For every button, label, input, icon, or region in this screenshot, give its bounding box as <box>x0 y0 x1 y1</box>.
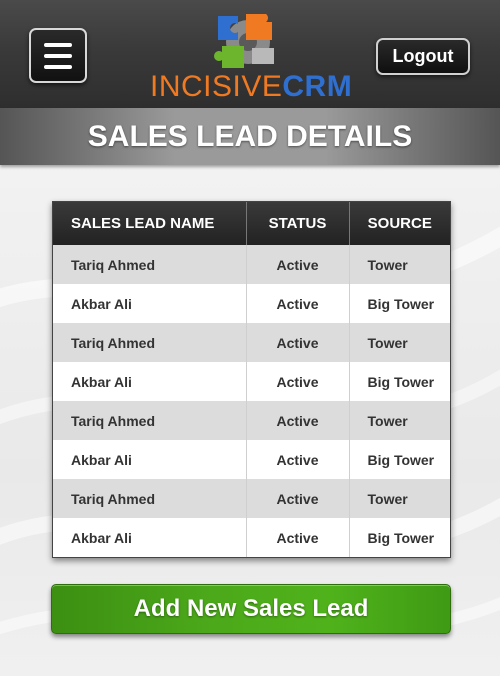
logout-button[interactable]: Logout <box>376 38 470 75</box>
hamburger-menu-button[interactable] <box>29 28 87 83</box>
lead-source-cell: Tower <box>349 323 450 362</box>
lead-status-cell: Active <box>246 440 350 479</box>
lead-name-cell: Akbar Ali <box>53 440 247 479</box>
column-header-name[interactable]: SALES LEAD NAME <box>53 202 247 245</box>
lead-status-cell: Active <box>246 401 350 440</box>
table-header-row: SALES LEAD NAME STATUS SOURCE <box>53 202 450 245</box>
lead-name-cell: Akbar Ali <box>53 518 247 557</box>
table-row[interactable]: Tariq Ahmed Active Tower <box>53 401 450 440</box>
app-header: INCISIVECRM Logout <box>0 0 500 108</box>
lead-source-cell: Big Tower <box>349 518 450 557</box>
table-row[interactable]: Akbar Ali Active Big Tower <box>53 440 450 479</box>
lead-source-cell: Tower <box>349 401 450 440</box>
lead-source-cell: Big Tower <box>349 362 450 401</box>
lead-name-cell: Akbar Ali <box>53 284 247 323</box>
hamburger-menu-icon <box>44 42 72 47</box>
page-title: SALES LEAD DETAILS <box>87 120 413 153</box>
lead-source-cell: Tower <box>349 479 450 518</box>
lead-status-cell: Active <box>246 323 350 362</box>
table-row[interactable]: Tariq Ahmed Active Tower <box>53 479 450 518</box>
sales-lead-table: SALES LEAD NAME STATUS SOURCE Tariq Ahme… <box>52 201 451 558</box>
lead-name-cell: Tariq Ahmed <box>53 401 247 440</box>
table-row[interactable]: Akbar Ali Active Big Tower <box>53 284 450 323</box>
lead-name-cell: Tariq Ahmed <box>53 323 247 362</box>
lead-status-cell: Active <box>246 284 350 323</box>
table-row[interactable]: Akbar Ali Active Big Tower <box>53 362 450 401</box>
table-row[interactable]: Tariq Ahmed Active Tower <box>53 323 450 362</box>
lead-status-cell: Active <box>246 518 350 557</box>
lead-status-cell: Active <box>246 479 350 518</box>
lead-status-cell: Active <box>246 362 350 401</box>
puzzle-gears-logo-icon <box>214 14 274 68</box>
column-header-status[interactable]: STATUS <box>246 202 350 245</box>
lead-name-cell: Tariq Ahmed <box>53 479 247 518</box>
table-row[interactable]: Tariq Ahmed Active Tower <box>53 245 450 284</box>
page-title-bar: SALES LEAD DETAILS <box>0 108 500 165</box>
lead-source-cell: Big Tower <box>349 284 450 323</box>
hamburger-bar <box>44 53 72 58</box>
add-new-sales-lead-button[interactable]: Add New Sales Lead <box>51 584 451 634</box>
lead-name-cell: Akbar Ali <box>53 362 247 401</box>
column-header-source[interactable]: SOURCE <box>349 202 450 245</box>
lead-name-cell: Tariq Ahmed <box>53 245 247 284</box>
lead-status-cell: Active <box>246 245 350 284</box>
lead-source-cell: Big Tower <box>349 440 450 479</box>
logo-text-incisive: INCISIVE <box>150 70 283 103</box>
table-row[interactable]: Akbar Ali Active Big Tower <box>53 518 450 557</box>
incisive-crm-logo: INCISIVECRM <box>150 70 352 104</box>
hamburger-bar <box>44 64 72 69</box>
logo-text-crm: CRM <box>282 70 353 103</box>
lead-source-cell: Tower <box>349 245 450 284</box>
